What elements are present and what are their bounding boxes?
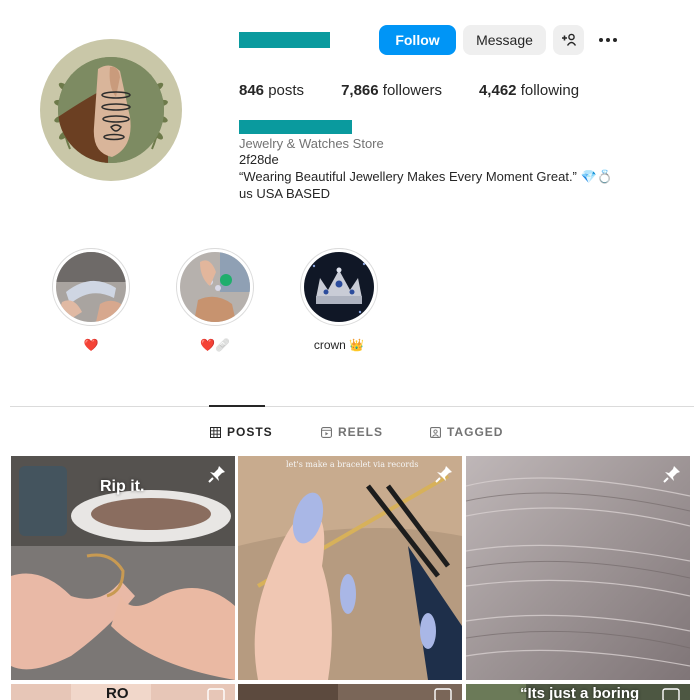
suggested-accounts-button[interactable] bbox=[553, 25, 584, 55]
dot-icon bbox=[606, 38, 610, 42]
followers-stat[interactable]: 7,866 followers bbox=[341, 82, 442, 99]
username-redacted bbox=[239, 32, 330, 48]
dot-icon bbox=[613, 38, 617, 42]
message-button[interactable]: Message bbox=[463, 25, 546, 55]
reel-icon bbox=[434, 688, 452, 700]
tab-posts-label: POSTS bbox=[227, 425, 273, 439]
followers-count: 7,866 bbox=[341, 82, 379, 99]
post-caption: RO bbox=[106, 685, 129, 700]
dot-icon bbox=[599, 38, 603, 42]
pinned-icon bbox=[435, 466, 452, 483]
post-caption: “Its just a boring bbox=[520, 685, 640, 700]
tab-posts[interactable]: POSTS bbox=[210, 425, 273, 439]
post-thumbnail[interactable] bbox=[466, 456, 690, 680]
add-person-icon bbox=[561, 33, 576, 46]
post-thumbnail[interactable]: Rip it. bbox=[11, 456, 235, 680]
posts-label: posts bbox=[268, 82, 305, 99]
bio-line-3: us USA BASED bbox=[239, 186, 331, 201]
tab-reels[interactable]: REELS bbox=[321, 425, 383, 439]
reel-icon bbox=[662, 688, 680, 700]
following-stat[interactable]: 4,462 following bbox=[479, 82, 579, 99]
highlight-label: ❤️ bbox=[83, 338, 99, 352]
highlight-label: ❤️🩹 bbox=[200, 338, 230, 352]
reels-icon bbox=[321, 426, 332, 438]
post-image bbox=[238, 684, 462, 700]
following-label: following bbox=[520, 82, 580, 99]
posts-count: 846 bbox=[239, 82, 265, 99]
tab-tagged-label: TAGGED bbox=[447, 425, 504, 439]
more-options-button[interactable] bbox=[596, 31, 620, 49]
bio-line-2: “Wearing Beautiful Jewellery Makes Every… bbox=[239, 169, 613, 184]
full-name-redacted bbox=[239, 120, 352, 134]
followers-label: followers bbox=[382, 82, 442, 99]
highlight-ring bbox=[300, 248, 378, 326]
pinned-icon bbox=[208, 466, 225, 483]
post-thumbnail[interactable]: let's make a bracelet via records bbox=[238, 456, 462, 680]
post-image bbox=[466, 456, 690, 680]
reel-icon bbox=[207, 688, 225, 700]
post-caption: let's make a bracelet via records bbox=[286, 460, 419, 469]
post-thumbnail[interactable]: RO bbox=[11, 684, 235, 700]
pinned-icon bbox=[663, 466, 680, 483]
hand-rings-illustration bbox=[58, 57, 164, 163]
highlight-ring bbox=[52, 248, 130, 326]
grid-icon bbox=[210, 426, 221, 438]
tab-reels-label: REELS bbox=[338, 425, 384, 439]
follow-button[interactable]: Follow bbox=[379, 25, 456, 55]
following-count: 4,462 bbox=[478, 82, 517, 99]
story-highlight[interactable]: ❤️🩹 bbox=[176, 248, 254, 352]
story-highlight[interactable]: ❤️ bbox=[52, 248, 130, 352]
highlight-cover bbox=[56, 252, 126, 322]
highlight-cover bbox=[304, 252, 374, 322]
highlight-cover bbox=[180, 252, 250, 322]
profile-avatar[interactable] bbox=[40, 39, 182, 181]
story-highlight[interactable]: crown 👑 bbox=[300, 248, 378, 352]
post-caption: Rip it. bbox=[100, 478, 145, 495]
tab-tagged[interactable]: TAGGED bbox=[430, 425, 503, 439]
profile-category: Jewelry & Watches Store bbox=[239, 136, 384, 151]
bio-line-1: 2f28de bbox=[239, 152, 279, 167]
post-thumbnail[interactable] bbox=[238, 684, 462, 700]
post-thumbnail[interactable]: “Its just a boring bbox=[466, 684, 690, 700]
post-image bbox=[238, 456, 462, 680]
posts-stat: 846 posts bbox=[239, 82, 304, 99]
highlight-ring bbox=[176, 248, 254, 326]
tagged-icon bbox=[430, 426, 441, 438]
tabs-divider bbox=[10, 406, 694, 407]
active-tab-indicator bbox=[209, 405, 265, 407]
highlight-label: crown 👑 bbox=[313, 338, 365, 352]
profile-stats: 846 posts 7,866 followers 4,462 followin… bbox=[239, 82, 616, 99]
